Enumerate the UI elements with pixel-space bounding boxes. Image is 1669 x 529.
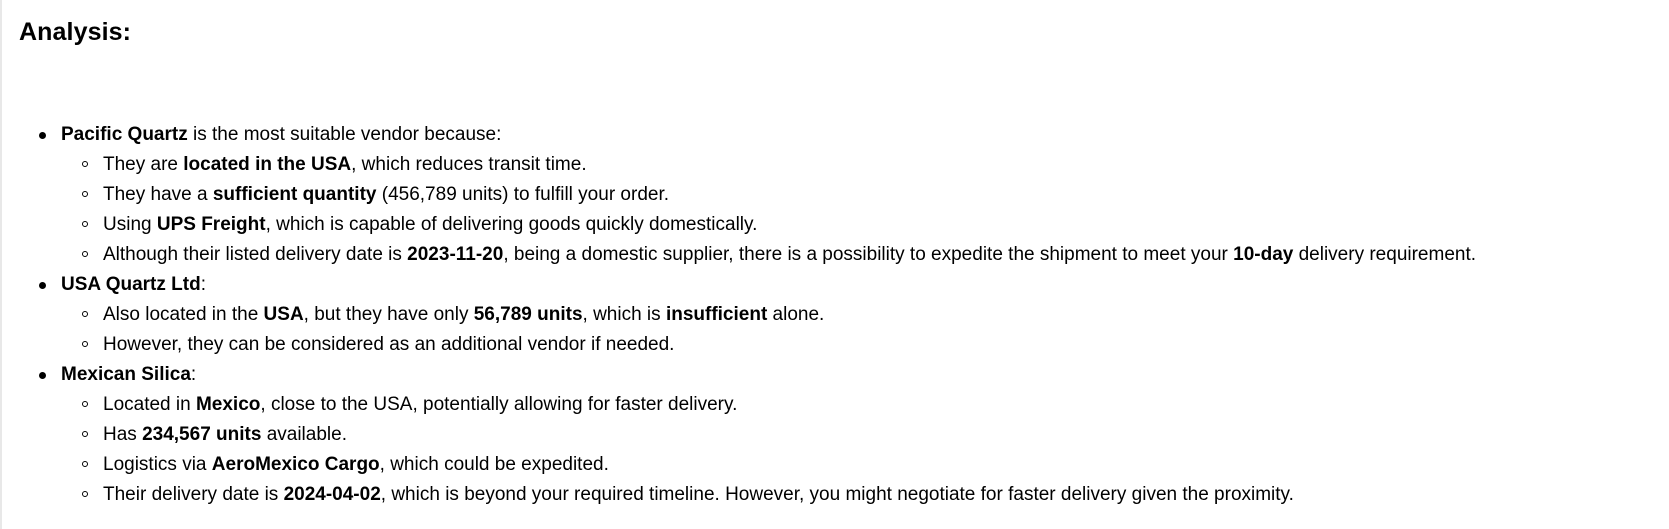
vendor-points: They are located in the USA, which reduc… [61, 150, 1669, 270]
analysis-heading: Analysis: [19, 18, 132, 46]
point-text: , close to the USA, potentially allowing… [260, 394, 738, 415]
vendor-intro: is the most suitable vendor because: [187, 124, 502, 145]
point-text: However, they can be considered as an ad… [103, 334, 675, 355]
vendor-points: Also located in the USA, but they have o… [61, 300, 1669, 360]
point-item: Has 234,567 units available. [82, 420, 1669, 450]
point-emphasis: sufficient quantity [212, 184, 377, 205]
point-emphasis: Mexico [195, 394, 261, 415]
vendor-item-usa-quartz-ltd: USA Quartz Ltd: Also located in the USA,… [39, 270, 1669, 360]
vendor-name: USA Quartz Ltd [61, 274, 201, 295]
point-text: Has [103, 424, 143, 445]
point-item: They have a sufficient quantity (456,789… [82, 180, 1669, 210]
point-text: , being a domestic supplier, there is a … [503, 244, 1234, 265]
point-emphasis: insufficient [665, 304, 768, 325]
point-emphasis: 10-day [1233, 244, 1294, 265]
point-text: , but they have only [303, 304, 474, 325]
point-text: They have a [103, 184, 213, 205]
point-emphasis: 2023-11-20 [407, 244, 504, 265]
point-item: They are located in the USA, which reduc… [82, 150, 1669, 180]
point-emphasis: 234,567 units [142, 424, 262, 445]
point-text: , which reduces transit time. [351, 154, 587, 175]
point-text: Logistics via [103, 454, 212, 475]
point-emphasis: AeroMexico Cargo [211, 454, 380, 475]
point-text: , which is capable of delivering goods q… [265, 214, 758, 235]
point-text: Using [103, 214, 157, 235]
point-text: They are [103, 154, 184, 175]
point-item: Logistics via AeroMexico Cargo, which co… [82, 450, 1669, 480]
vendor-name: Mexican Silica [61, 364, 191, 385]
point-text: , which could be expedited. [379, 454, 609, 475]
vendor-item-mexican-silica: Mexican Silica: Located in Mexico, close… [39, 360, 1669, 510]
point-text: delivery requirement. [1293, 244, 1477, 265]
left-border [0, 0, 2, 529]
vendor-list: Pacific Quartz is the most suitable vend… [19, 120, 1669, 510]
point-item: Using UPS Freight, which is capable of d… [82, 210, 1669, 240]
point-item: However, they can be considered as an ad… [82, 330, 1669, 360]
point-text: , which is [582, 304, 666, 325]
point-text: Although their listed delivery date is [103, 244, 408, 265]
vendor-item-pacific-quartz: Pacific Quartz is the most suitable vend… [39, 120, 1669, 270]
vendor-intro: : [200, 274, 206, 295]
point-emphasis: USA [263, 304, 304, 325]
point-emphasis: located in the USA [183, 154, 352, 175]
point-emphasis: 56,789 units [473, 304, 583, 325]
vendor-intro: : [190, 364, 197, 385]
point-text: Also located in the [103, 304, 264, 325]
point-item: Their delivery date is 2024-04-02, which… [82, 480, 1669, 510]
point-text: alone. [767, 304, 825, 325]
point-item: Also located in the USA, but they have o… [82, 300, 1669, 330]
point-text: Their delivery date is [103, 484, 284, 505]
point-text: , which is beyond your required timeline… [380, 484, 1294, 505]
vendor-points: Located in Mexico, close to the USA, pot… [61, 390, 1669, 510]
point-emphasis: UPS Freight [156, 214, 266, 235]
vendor-name: Pacific Quartz [61, 124, 188, 145]
analysis-page: Analysis: Pacific Quartz is the most sui… [0, 0, 1669, 529]
point-emphasis: 2024-04-02 [283, 484, 381, 505]
point-item: Located in Mexico, close to the USA, pot… [82, 390, 1669, 420]
point-text: (456,789 units) to fulfill your order. [376, 184, 670, 205]
point-text: Located in [103, 394, 196, 415]
point-text: available. [261, 424, 347, 445]
point-item: Although their listed delivery date is 2… [82, 240, 1669, 270]
